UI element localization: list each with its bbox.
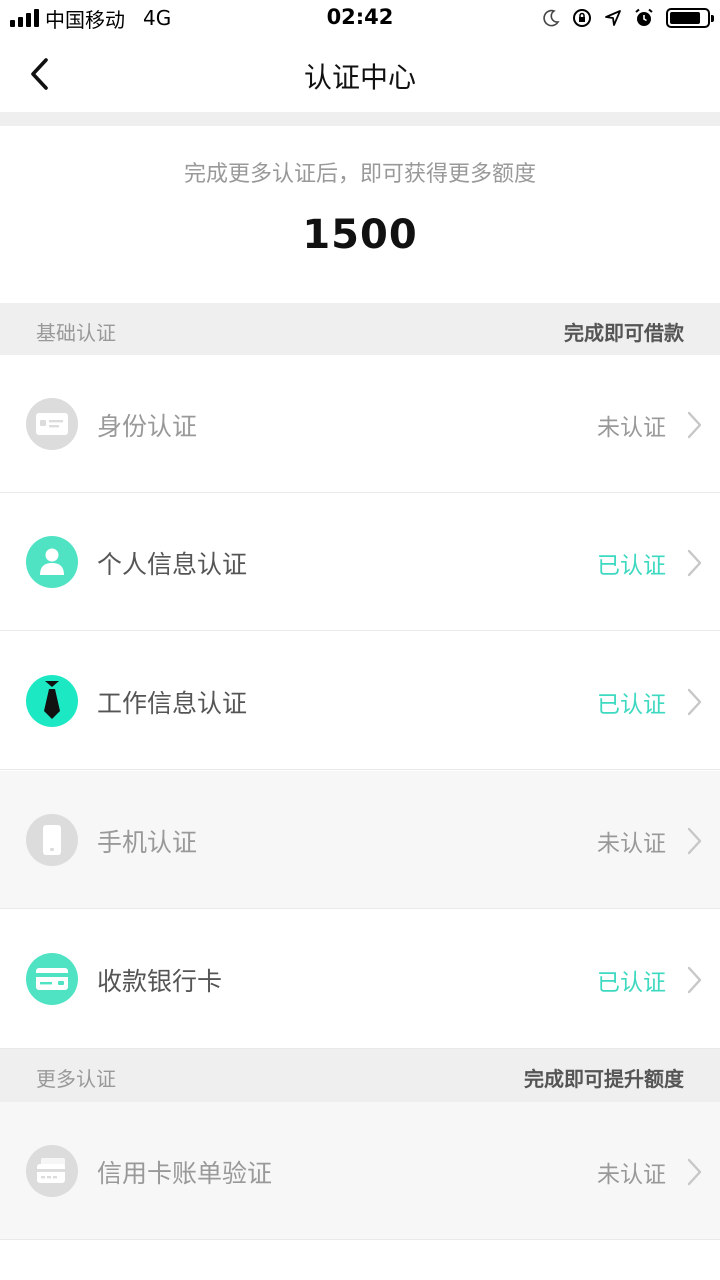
auth-item-phone[interactable]: 手机认证 未认证: [0, 771, 720, 909]
credit-card-bill-icon: [26, 1145, 78, 1197]
section-header-basic: 基础认证 完成即可借款: [0, 303, 720, 355]
divider: [0, 112, 720, 126]
section-title: 基础认证: [36, 321, 116, 345]
status-unverified: 未认证: [597, 831, 666, 857]
chevron-right-icon: [687, 1158, 702, 1186]
page-title: 认证中心: [303, 61, 416, 94]
status-verified: 已认证: [597, 553, 666, 579]
item-label: 身份认证: [97, 412, 198, 441]
item-label: 收款银行卡: [97, 967, 223, 996]
item-label: 手机认证: [97, 828, 198, 857]
status-bar: 中国移动 4G 02:42: [0, 0, 720, 36]
phone-icon: [26, 814, 78, 866]
credit-hint: 完成更多认证后，即可获得更多额度: [183, 162, 536, 187]
auth-item-personal-info[interactable]: 个人信息认证 已认证: [0, 493, 720, 631]
tie-icon: [26, 675, 78, 727]
credit-summary: 完成更多认证后，即可获得更多额度 1500: [0, 126, 720, 303]
nav-bar: 认证中心: [0, 36, 720, 112]
bank-card-icon: [26, 953, 78, 1005]
chevron-right-icon: [687, 827, 702, 855]
item-label: 工作信息认证: [97, 689, 248, 718]
status-unverified: 未认证: [597, 415, 666, 441]
section-note: 完成即可借款: [564, 321, 684, 345]
location-icon: [605, 10, 621, 26]
chevron-right-icon: [687, 688, 702, 716]
chevron-right-icon: [687, 549, 702, 577]
battery-icon: [666, 8, 714, 28]
alarm-icon: [635, 8, 653, 26]
chevron-right-icon: [687, 966, 702, 994]
chevron-right-icon: [687, 411, 702, 439]
credit-amount: 1500: [302, 212, 418, 258]
section-note: 完成即可提升额度: [524, 1067, 684, 1091]
auth-item-credit-card-bill[interactable]: 信用卡账单验证 未认证: [0, 1102, 720, 1240]
section-header-more: 更多认证 完成即可提升额度: [0, 1049, 720, 1102]
auth-item-identity[interactable]: 身份认证 未认证: [0, 355, 720, 493]
auth-item-bank-card[interactable]: 收款银行卡 已认证: [0, 910, 720, 1049]
item-label: 信用卡账单验证: [97, 1159, 273, 1188]
person-icon: [26, 536, 78, 588]
id-card-icon: [26, 398, 78, 450]
item-label: 个人信息认证: [97, 550, 248, 579]
status-verified: 已认证: [597, 970, 666, 996]
moon-icon: [543, 9, 560, 27]
rotation-lock-icon: [573, 9, 591, 27]
section-title: 更多认证: [36, 1067, 116, 1091]
status-unverified: 未认证: [597, 1162, 666, 1188]
auth-item-work-info[interactable]: 工作信息认证 已认证: [0, 632, 720, 770]
status-verified: 已认证: [597, 692, 666, 718]
